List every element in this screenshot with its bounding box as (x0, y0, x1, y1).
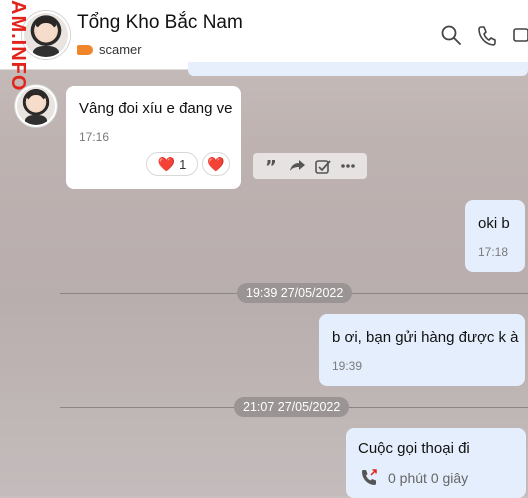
message-text: oki b (478, 215, 510, 232)
heart-icon: ❤️ (207, 155, 225, 172)
task-icon[interactable] (314, 157, 332, 175)
quote-icon[interactable]: ” (263, 157, 281, 175)
call-title: Cuộc gọi thoại đi (358, 440, 470, 457)
call-duration: 0 phút 0 giây (388, 470, 469, 486)
outgoing-message-bubble[interactable]: b ơi, bạn gửi hàng được k à 19:39 (319, 314, 525, 386)
heart-icon: ❤️ (157, 155, 176, 172)
message-time: 17:18 (478, 245, 509, 259)
contact-avatar[interactable] (22, 11, 70, 59)
outgoing-message-bubble[interactable]: oki b 17:18 (465, 200, 525, 272)
call-message-bubble[interactable]: Cuộc gọi thoại đi 0 phút 0 giây (346, 428, 526, 498)
message-text: b ơi, bạn gửi hàng được k à (332, 329, 519, 346)
contact-name[interactable]: Tổng Kho Bắc Nam (77, 12, 243, 34)
react-button[interactable]: ❤️ (202, 152, 230, 176)
outgoing-call-icon (362, 469, 377, 485)
sender-avatar[interactable] (15, 85, 57, 127)
video-icon[interactable] (512, 24, 528, 46)
message-text: Vâng đoi xíu e đang ve (79, 100, 233, 117)
chat-header: Tổng Kho Bắc Nam scamer (0, 0, 528, 70)
forward-icon[interactable] (288, 157, 306, 175)
search-icon[interactable] (440, 24, 462, 46)
label-tag-icon (77, 44, 93, 55)
watermark-text: AM.INFO (7, 0, 29, 92)
date-separator: 21:07 27/05/2022 (234, 397, 350, 417)
reaction-count: 1 (179, 156, 187, 172)
svg-text:”: ” (265, 157, 277, 175)
tag-label: scamer (99, 42, 142, 57)
more-icon[interactable] (339, 157, 357, 175)
reaction-summary[interactable]: ❤️ 1 (146, 152, 198, 176)
message-actions-bar: ” (253, 153, 367, 179)
phone-icon[interactable] (476, 24, 498, 46)
message-time: 17:16 (79, 130, 110, 144)
message-time: 19:39 (332, 359, 363, 373)
contact-tag[interactable]: scamer (77, 42, 142, 57)
previous-message-bubble (188, 62, 528, 76)
date-separator: 19:39 27/05/2022 (237, 283, 353, 303)
incoming-message-bubble[interactable]: Vâng đoi xíu e đang ve 17:16 ❤️ 1 ❤️ (66, 86, 241, 189)
